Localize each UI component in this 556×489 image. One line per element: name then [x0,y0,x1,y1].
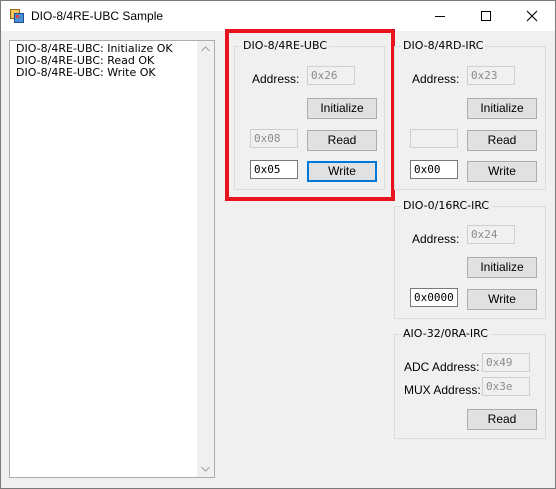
initialize-button[interactable]: Initialize [467,98,537,119]
group-title: DIO-8/4RD-IRC [401,39,486,52]
log-scrollbar[interactable] [197,41,214,477]
read-button[interactable]: Read [467,130,537,151]
group-title: DIO-0/16RC-IRC [401,199,492,212]
write-button[interactable]: Write [467,161,537,182]
mux-address-label: MUX Address: [404,383,481,397]
address-field[interactable]: 0x24 [467,225,515,244]
log-line[interactable]: DIO-8/4RE-UBC: Write OK [16,67,173,79]
group-dio-8-4rd-irc: DIO-8/4RD-IRC Address: 0x23 Initialize R… [394,39,546,190]
highlight-rectangle [225,29,395,201]
initialize-button[interactable]: Initialize [467,257,537,278]
log-listbox[interactable]: DIO-8/4RE-UBC: Initialize OK DIO-8/4RE-U… [9,40,215,478]
close-button[interactable] [509,1,555,31]
group-title: AIO-32/0RA-IRC [401,327,490,340]
minimize-button[interactable] [417,1,463,31]
close-icon [526,10,538,22]
minimize-icon [435,16,445,17]
group-aio-32-0ra-irc: AIO-32/0RA-IRC ADC Address: 0x49 MUX Add… [394,327,546,439]
write-value-input[interactable]: 0x00 [410,160,458,179]
mux-address-field[interactable]: 0x3e [482,377,530,396]
address-label: Address: [412,232,460,246]
adc-address-field[interactable]: 0x49 [482,353,530,372]
app-icon [10,9,24,23]
address-label: Address: [412,72,460,86]
group-dio-0-16rc-irc: DIO-0/16RC-IRC Address: 0x24 Initialize … [394,199,546,319]
scroll-down-icon [201,466,210,472]
log-lines: DIO-8/4RE-UBC: Initialize OK DIO-8/4RE-U… [16,43,173,79]
app-window: DIO-8/4RE-UBC Sample DIO-8/4RE-UBC: Init… [0,0,556,489]
read-value-field[interactable] [410,129,458,148]
maximize-button[interactable] [463,1,509,31]
scroll-up-icon [201,46,210,52]
address-field[interactable]: 0x23 [467,66,515,85]
read-button[interactable]: Read [467,409,537,430]
maximize-icon [481,11,491,21]
adc-address-label: ADC Address: [404,360,480,374]
write-button[interactable]: Write [467,289,537,310]
title-bar[interactable]: DIO-8/4RE-UBC Sample [1,1,555,31]
window-title: DIO-8/4RE-UBC Sample [31,9,164,23]
write-value-input[interactable]: 0x0000 [410,288,458,307]
